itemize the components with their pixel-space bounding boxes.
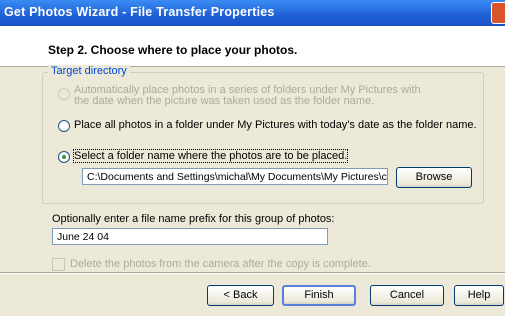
step-title: Step 2. Choose where to place your photo… — [48, 43, 298, 57]
delete-photos-label: Delete the photos from the camera after … — [70, 258, 371, 270]
back-button[interactable]: < Back — [207, 285, 274, 306]
radio-select-folder[interactable] — [58, 151, 70, 163]
cancel-button[interactable]: Cancel — [370, 285, 444, 306]
footer-divider — [0, 272, 505, 274]
option-todays-date-label[interactable]: Place all photos in a folder under My Pi… — [74, 119, 477, 131]
finish-button[interactable]: Finish — [282, 285, 356, 306]
title-bar[interactable]: Get Photos Wizard - File Transfer Proper… — [0, 0, 505, 26]
wizard-header: Step 2. Choose where to place your photo… — [0, 26, 505, 67]
option-auto-folders-line2: the date when the picture was taken used… — [74, 95, 375, 107]
back-button-label: < Back — [223, 289, 258, 301]
close-icon[interactable] — [491, 2, 505, 24]
folder-path-field[interactable]: C:\Documents and Settings\michal\My Docu… — [82, 168, 388, 185]
window-title: Get Photos Wizard - File Transfer Proper… — [4, 5, 275, 19]
help-button[interactable]: Help — [454, 285, 504, 306]
radio-todays-date[interactable] — [58, 120, 70, 132]
radio-auto-folders — [58, 88, 70, 100]
prefix-field[interactable]: June 24 04 — [52, 228, 328, 245]
group-legend: Target directory — [48, 65, 130, 77]
prefix-label: Optionally enter a file name prefix for … — [52, 213, 335, 225]
option-select-folder-label[interactable]: Select a folder name where the photos ar… — [72, 149, 349, 163]
option-auto-folders-label: Automatically place photos in a series o… — [74, 85, 421, 107]
browse-button[interactable]: Browse — [396, 167, 472, 188]
delete-photos-checkbox — [52, 258, 65, 271]
